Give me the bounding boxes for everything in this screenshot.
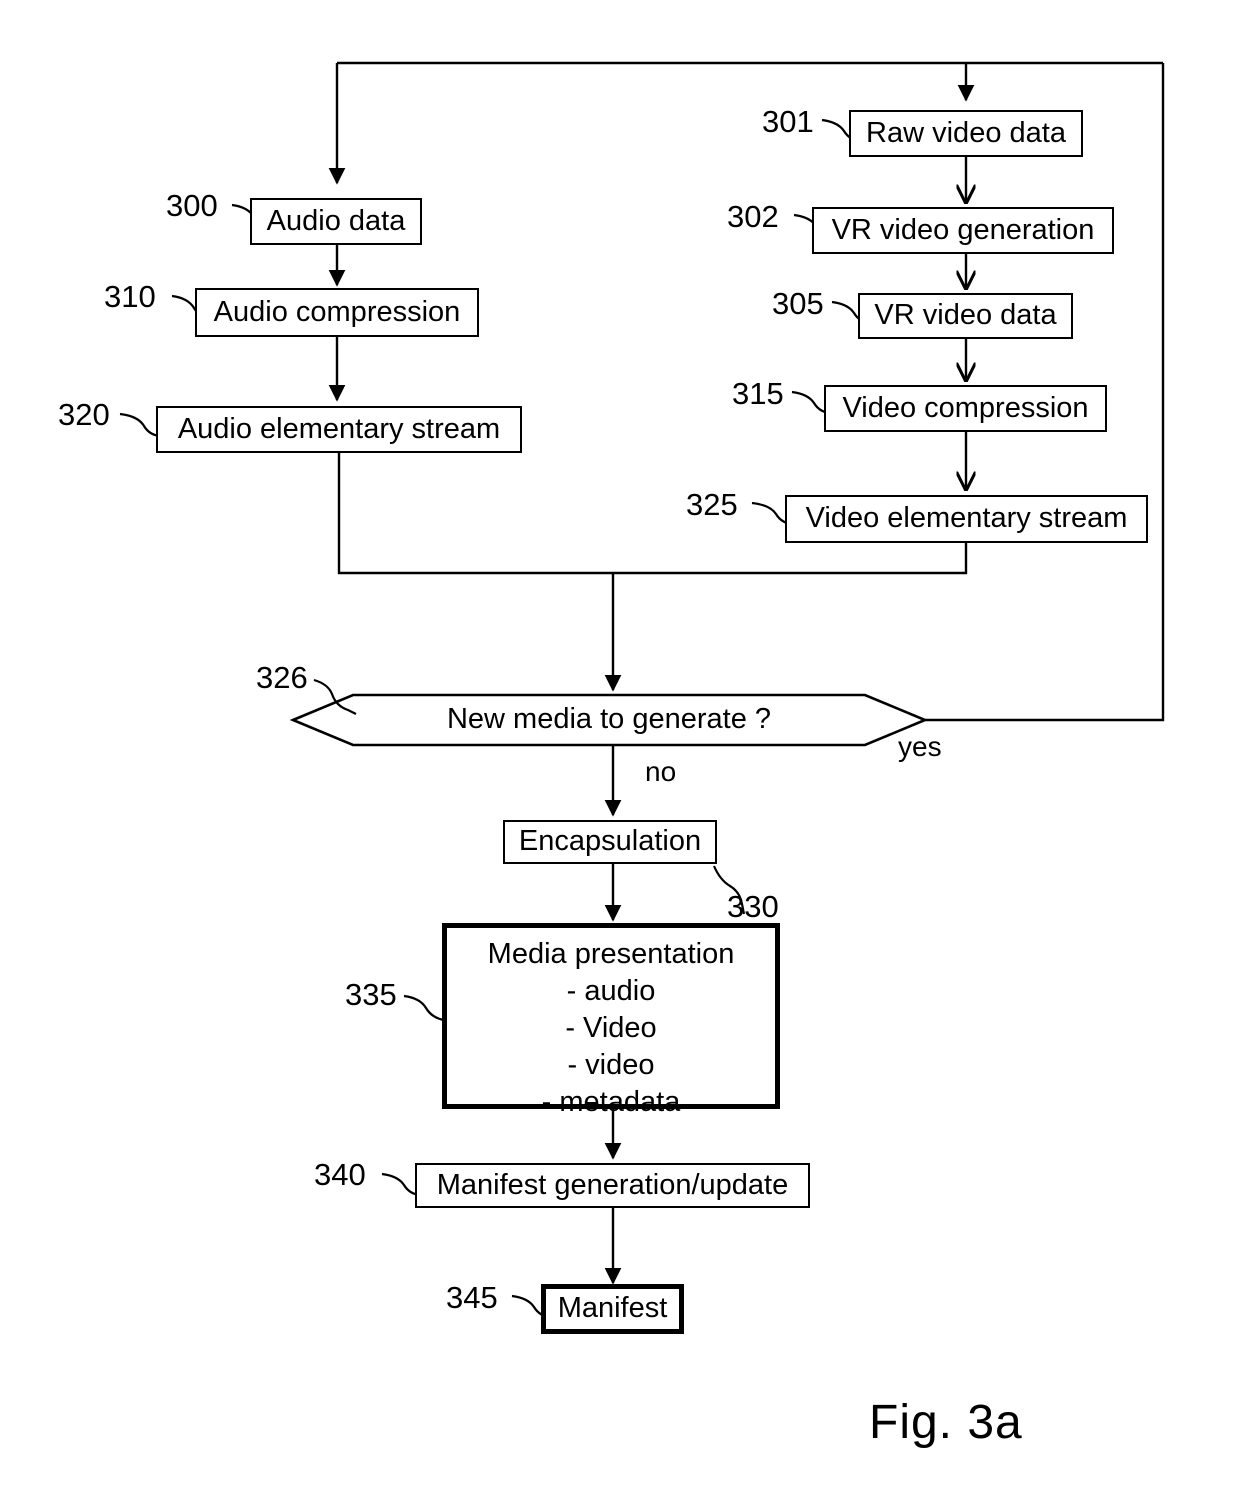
node-audio-compression-label: Audio compression [213,295,461,328]
figure-caption: Fig. 3a [869,1396,1023,1449]
node-media-presentation-item-video-1: - Video [565,1012,657,1045]
node-audio-elementary-stream-label: Audio elementary stream [177,412,501,445]
edge-label-no: no [645,756,677,787]
node-media-presentation-item-video-2: - video [567,1049,655,1082]
ref-number-302: 302 [727,199,779,234]
node-vr-video-generation[interactable]: VR video generation [812,207,1114,254]
node-vr-video-data-label: VR video data [874,299,1057,332]
node-audio-data[interactable]: Audio data [250,198,422,245]
node-manifest-generation[interactable]: Manifest generation/update [415,1163,810,1208]
ref-number-340: 340 [314,1157,366,1192]
node-manifest-generation-label: Manifest generation/update [436,1168,789,1201]
node-vr-video-data[interactable]: VR video data [858,293,1073,339]
node-video-elementary-stream-label: Video elementary stream [805,502,1128,535]
node-encapsulation-label: Encapsulation [518,825,702,858]
node-media-presentation-title: Media presentation [487,938,735,970]
edge-label-yes: yes [898,731,942,762]
node-video-compression-label: Video compression [842,391,1089,424]
node-audio-compression[interactable]: Audio compression [195,288,479,337]
ref-number-330: 330 [727,889,779,924]
node-manifest[interactable]: Manifest [541,1284,684,1334]
node-media-presentation-item-metadata: - metadata [541,1086,681,1119]
node-audio-data-label: Audio data [266,204,406,237]
ref-number-310: 310 [104,279,156,314]
node-audio-elementary-stream[interactable]: Audio elementary stream [156,406,522,453]
node-new-media-decision-label[interactable]: New media to generate ? [293,705,925,734]
node-manifest-label: Manifest [557,1292,668,1325]
ref-number-326: 326 [256,660,308,695]
ref-number-325: 325 [686,487,738,522]
node-media-presentation[interactable]: Media presentation - audio - Video - vid… [442,923,780,1118]
node-video-compression[interactable]: Video compression [824,385,1107,432]
ref-number-320: 320 [58,397,110,432]
ref-number-300: 300 [166,188,218,223]
ref-number-305: 305 [772,286,824,321]
ref-number-301: 301 [762,104,814,139]
figure-3a: 300 310 320 301 302 305 315 325 326 330 … [0,0,1240,1501]
node-vr-video-generation-label: VR video generation [831,213,1095,246]
node-raw-video-data[interactable]: Raw video data [849,110,1083,157]
ref-number-335: 335 [345,977,397,1012]
node-raw-video-data-label: Raw video data [866,116,1066,149]
ref-number-345: 345 [446,1280,498,1315]
ref-number-315: 315 [732,376,784,411]
node-encapsulation[interactable]: Encapsulation [503,820,717,864]
node-video-elementary-stream[interactable]: Video elementary stream [785,495,1148,543]
node-media-presentation-item-audio: - audio [566,975,656,1008]
